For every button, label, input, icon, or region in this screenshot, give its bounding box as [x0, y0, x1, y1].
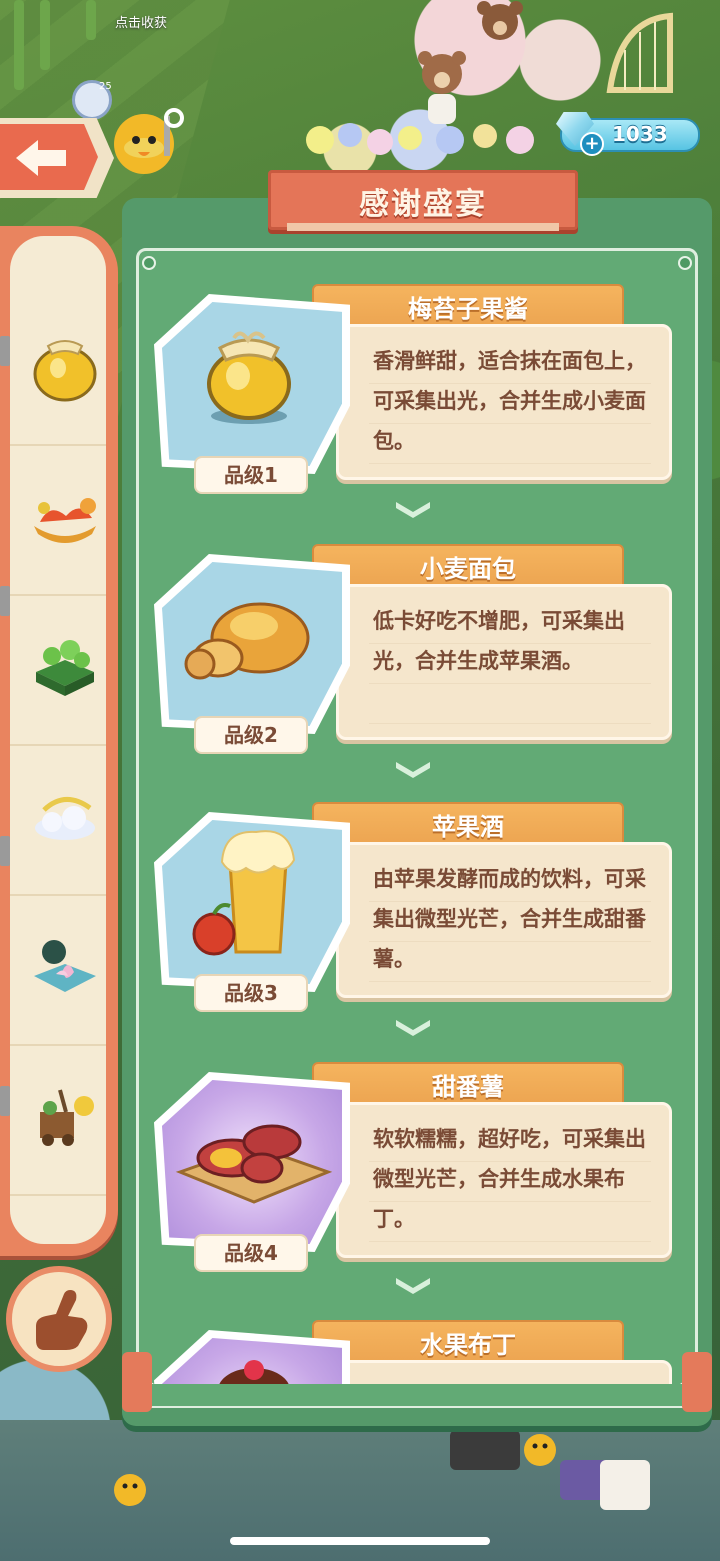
recipe-card[interactable]: 水果布丁: [150, 1320, 675, 1386]
hand-pointer-icon: [36, 1290, 88, 1350]
sweet-potato-icon: [175, 1124, 333, 1204]
recipe-card[interactable]: 苹果酒 由苹果发酵而成的饮料，可采集出微型光芒，合并生成甜番薯。 品级3: [150, 802, 675, 1022]
bamboo-stalk: [14, 0, 24, 90]
diamond-counter[interactable]: + 1033: [556, 112, 700, 156]
sidebar-item-clover-garden[interactable]: [10, 594, 106, 746]
recipe-description-box: [336, 1360, 672, 1386]
clover-garden-icon: [36, 640, 94, 696]
sidebar-clip: [0, 586, 10, 616]
panel-corner-left: [122, 1352, 152, 1412]
add-diamond-button[interactable]: +: [580, 132, 604, 156]
panel-title: 感谢盛宴: [359, 187, 487, 222]
ruled-line: [369, 463, 651, 464]
chevron-down-icon: [394, 500, 432, 520]
honey-jar-icon: [207, 331, 291, 424]
bamboo-stalk: [40, 0, 50, 70]
panel-bottom-edge: [136, 1384, 698, 1406]
recipe-description: 由苹果发酵而成的饮料，可采集出微型光芒，合并生成甜番薯。: [373, 867, 646, 971]
timer-badge-count: 25: [99, 81, 112, 92]
sidebar-item-honey-jar[interactable]: [10, 294, 106, 446]
category-sidebar: [0, 226, 118, 1256]
recipe-grade: 品级4: [194, 1234, 308, 1272]
panel-rivet: [142, 256, 156, 270]
sidebar-item-cloud-island[interactable]: [10, 744, 106, 896]
recipe-description-box: 由苹果发酵而成的饮料，可采集出微型光芒，合并生成甜番薯。: [336, 842, 672, 998]
harvest-hint[interactable]: 点击收获: [115, 12, 167, 31]
recipe-description-box: 低卡好吃不增肥，可采集出光，合并生成苹果酒。: [336, 584, 672, 740]
duck-character-icon[interactable]: [520, 1430, 560, 1470]
recipe-description: 香滑鲜甜，适合抹在面包上，可采集出光，合并生成小麦面包。: [373, 349, 646, 453]
recipe-description-box: 软软糯糯，超好吃，可采集出微型光芒，合并生成水果布丁。: [336, 1102, 672, 1258]
recipe-card[interactable]: 梅苔子果酱 香滑鲜甜，适合抹在面包上，可采集出光，合并生成小麦面包。 品级1: [150, 284, 675, 504]
recipe-card[interactable]: 甜番薯 软软糯糯，超好吃，可采集出微型光芒，合并生成水果布丁。 品级4: [150, 1062, 675, 1282]
ribbon-fold: [287, 223, 559, 231]
chevron-down-icon: [394, 1018, 432, 1038]
panel-title-ribbon: 感谢盛宴: [268, 170, 578, 231]
sidebar-clip: [0, 836, 10, 866]
honey-jar-icon: [33, 340, 97, 402]
duck-character-icon[interactable]: [110, 1470, 150, 1510]
arrow-left-icon: [16, 140, 66, 176]
chevron-down-icon: [394, 1276, 432, 1296]
bamboo-stalk: [86, 0, 96, 40]
chevron-down-icon: [394, 760, 432, 780]
home-indicator[interactable]: [230, 1537, 490, 1545]
recipe-grade: 品级2: [194, 716, 308, 754]
ruled-line: [369, 1241, 651, 1242]
diamond-count: 1033: [612, 122, 668, 146]
recipe-description-box: 香滑鲜甜，适合抹在面包上，可采集出光，合并生成小麦面包。: [336, 324, 672, 480]
ruled-line: [369, 981, 651, 982]
cannon-prop: [450, 1430, 520, 1470]
flower-bed: [306, 123, 534, 155]
pudding-icon: [218, 1360, 290, 1386]
collect-hand-button[interactable]: [6, 1266, 112, 1372]
ruled-line: [369, 723, 651, 724]
bear-character-icon[interactable]: [470, 0, 530, 50]
duck-worker-icon[interactable]: [104, 108, 194, 198]
ruled-line: [369, 683, 651, 684]
cider-icon: [192, 830, 296, 956]
bread-icon: [184, 602, 310, 680]
checkmark-sign: [600, 1460, 650, 1510]
harp-decoration-icon: [606, 12, 673, 93]
lotus-pond-icon: [34, 940, 96, 992]
sidebar-item-treasure-cart[interactable]: [10, 1044, 106, 1196]
sidebar-item-dragon-boat[interactable]: [10, 444, 106, 596]
panel-corner-right: [682, 1352, 712, 1412]
sidebar-track: [10, 236, 106, 1244]
dragon-boat-icon: [34, 498, 96, 543]
recipe-grade: 品级3: [194, 974, 308, 1012]
recipe-description: 软软糯糯，超好吃，可采集出微型光芒，合并生成水果布丁。: [373, 1127, 646, 1231]
recipe-grade: 品级1: [194, 456, 308, 494]
back-button[interactable]: [0, 118, 114, 198]
cloud-island-icon: [35, 797, 95, 840]
sidebar-clip: [0, 336, 10, 366]
sidebar-clip: [0, 1086, 10, 1116]
treasure-cart-icon: [40, 1089, 94, 1146]
panel-rivet: [678, 256, 692, 270]
sidebar-item-lotus-pond[interactable]: [10, 894, 106, 1046]
recipe-card[interactable]: 小麦面包 低卡好吃不增肥，可采集出光，合并生成苹果酒。 品级2: [150, 544, 675, 764]
recipe-description: 低卡好吃不增肥，可采集出光，合并生成苹果酒。: [373, 609, 625, 673]
